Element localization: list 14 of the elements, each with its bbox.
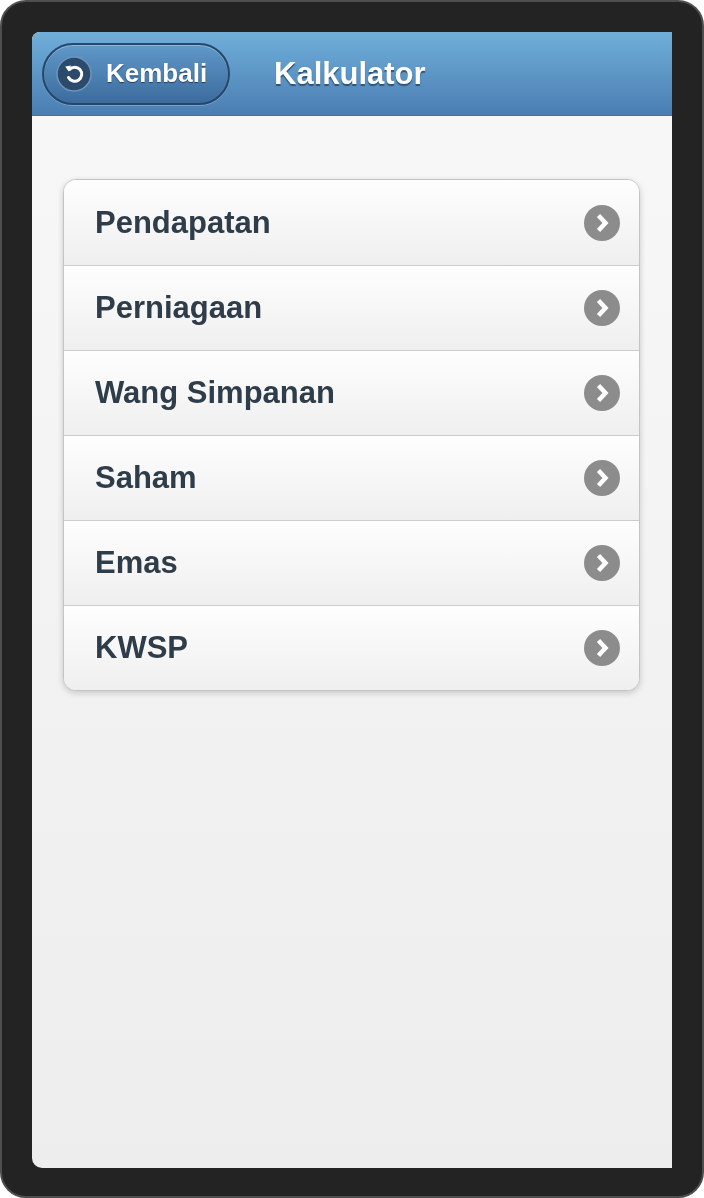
- chevron-right-icon: [584, 545, 620, 581]
- back-button[interactable]: Kembali: [42, 42, 230, 105]
- menu-item[interactable]: Perniagaan: [64, 265, 639, 350]
- menu-item[interactable]: Emas: [64, 520, 639, 605]
- chevron-right-icon: [584, 290, 620, 326]
- chevron-right-icon: [584, 630, 620, 666]
- chevron-right-icon: [584, 204, 620, 241]
- menu-item[interactable]: Saham: [64, 435, 639, 520]
- menu-item[interactable]: KWSP: [64, 605, 639, 690]
- chevron-right-icon: [584, 375, 620, 411]
- menu-item[interactable]: Wang Simpanan: [64, 350, 639, 435]
- page-title: Kalkulator: [274, 55, 426, 92]
- menu-item[interactable]: Pendapatan: [64, 180, 639, 265]
- chevron-right-icon: [584, 460, 620, 496]
